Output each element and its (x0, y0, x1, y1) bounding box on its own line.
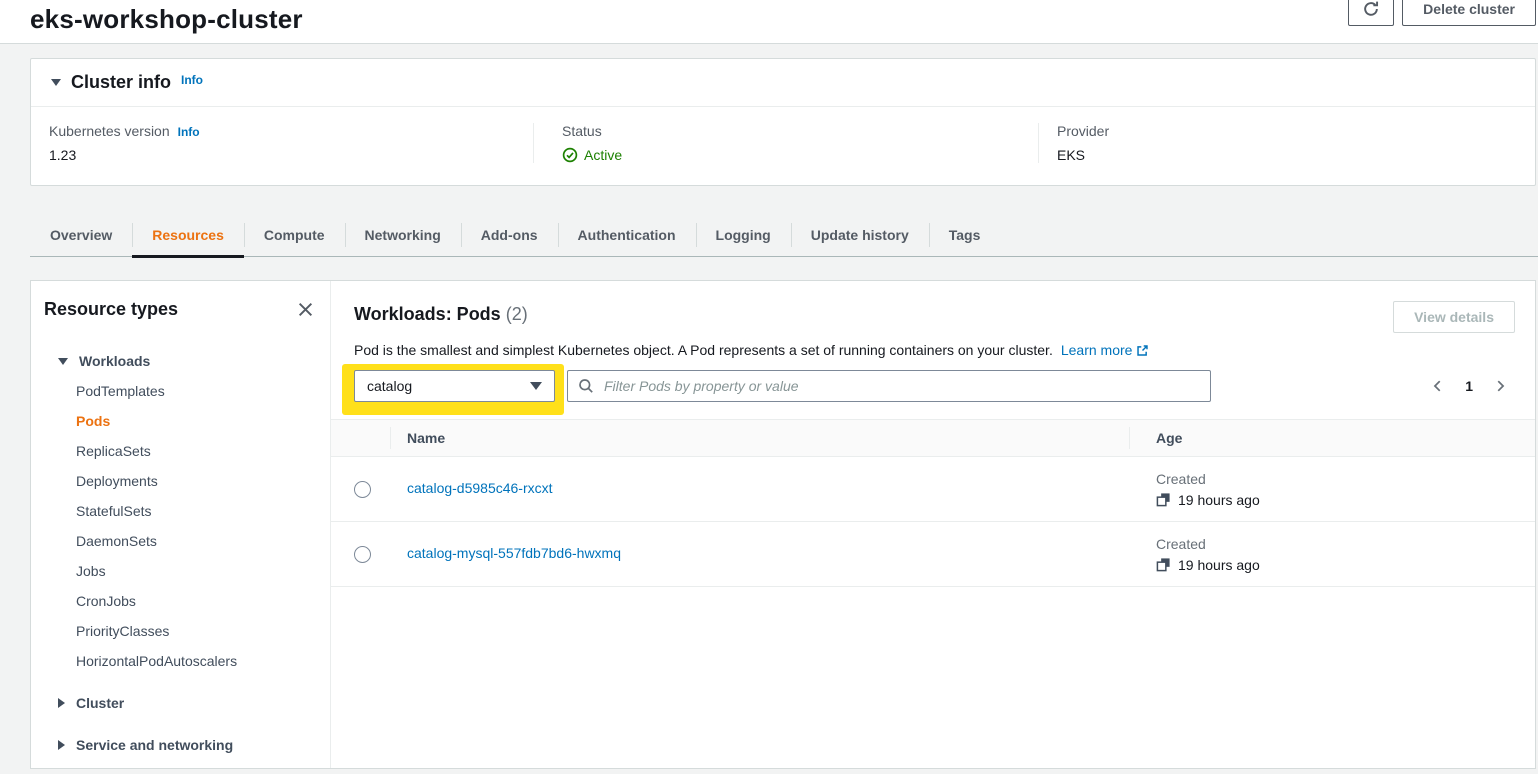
external-link-icon (1136, 344, 1149, 360)
chevron-down-icon (58, 358, 68, 365)
next-page-button[interactable] (1487, 375, 1513, 397)
copy-icon[interactable] (1156, 557, 1171, 572)
chevron-down-icon (51, 79, 61, 86)
sidebar-item-horizontalpodautoscalers[interactable]: HorizontalPodAutoscalers (31, 646, 330, 676)
check-circle-icon (562, 147, 578, 163)
age-created-label: Created (1156, 536, 1535, 552)
refresh-button[interactable] (1348, 0, 1394, 26)
provider-field: Provider EKS (1038, 123, 1535, 163)
cluster-info-title: Cluster info (71, 72, 171, 93)
table-row: catalog-mysql-557fdb7bd6-hwxmq Created 1… (331, 522, 1535, 587)
page-header: eks-workshop-cluster Delete cluster (0, 0, 1538, 44)
resource-tree: Workloads PodTemplates Pods ReplicaSets … (31, 346, 330, 760)
table-row: catalog-d5985c46-rxcxt Created 19 hours … (331, 457, 1535, 522)
chevron-right-icon (58, 698, 65, 708)
sidebar-item-statefulsets[interactable]: StatefulSets (31, 496, 330, 526)
pod-name-link[interactable]: catalog-mysql-557fdb7bd6-hwxmq (407, 545, 621, 561)
tab-add-ons[interactable]: Add-ons (461, 214, 558, 256)
chevron-left-icon (1431, 379, 1445, 393)
kubernetes-version-info-link[interactable]: Info (178, 125, 200, 139)
sidebar-item-podtemplates[interactable]: PodTemplates (31, 376, 330, 406)
cluster-tabs: Overview Resources Compute Networking Ad… (30, 214, 1538, 257)
search-icon (578, 378, 594, 399)
tab-authentication[interactable]: Authentication (558, 214, 696, 256)
page-title: eks-workshop-cluster (0, 0, 1538, 35)
name-column-header: Name (390, 420, 1129, 457)
pagination: 1 (1425, 370, 1513, 402)
tab-logging[interactable]: Logging (696, 214, 791, 256)
pods-panel-title: Workloads: Pods (2) (354, 301, 528, 327)
namespace-filter-value: catalog (367, 378, 412, 394)
previous-page-button[interactable] (1425, 375, 1451, 397)
refresh-icon (1362, 0, 1380, 18)
cluster-info-info-link[interactable]: Info (181, 73, 203, 87)
namespace-filter-dropdown[interactable]: catalog (354, 370, 555, 402)
sidebar-item-replicasets[interactable]: ReplicaSets (31, 436, 330, 466)
tab-tags[interactable]: Tags (929, 214, 1001, 256)
learn-more-link[interactable]: Learn more (1061, 342, 1133, 358)
pods-description: Pod is the smallest and simplest Kuberne… (331, 333, 1535, 361)
sidebar-item-priorityclasses[interactable]: PriorityClasses (31, 616, 330, 646)
current-page: 1 (1460, 378, 1478, 394)
view-details-button[interactable]: View details (1393, 301, 1515, 333)
cluster-info-card: Cluster info Info Kubernetes version Inf… (30, 58, 1536, 186)
table-header-row: Name Age (331, 420, 1535, 457)
delete-cluster-button[interactable]: Delete cluster (1402, 0, 1536, 26)
row-radio-button[interactable] (354, 481, 371, 498)
pods-content: Workloads: Pods (2) View details Pod is … (331, 281, 1535, 768)
cluster-info-header[interactable]: Cluster info Info (31, 59, 1535, 107)
kubernetes-version-field: Kubernetes version Info 1.23 (31, 123, 533, 163)
age-value: 19 hours ago (1178, 557, 1260, 573)
pods-filter-input[interactable] (567, 370, 1211, 402)
sidebar-item-jobs[interactable]: Jobs (31, 556, 330, 586)
kubernetes-version-value: 1.23 (49, 147, 513, 163)
status-badge: Active (584, 147, 622, 163)
selection-column-header (331, 420, 390, 457)
chevron-down-icon (530, 382, 542, 390)
close-sidebar-button[interactable] (295, 299, 316, 320)
sidebar-item-deployments[interactable]: Deployments (31, 466, 330, 496)
provider-value: EKS (1057, 147, 1515, 163)
tab-overview[interactable]: Overview (30, 214, 132, 256)
close-icon (297, 301, 314, 318)
sidebar-item-cronjobs[interactable]: CronJobs (31, 586, 330, 616)
copy-icon[interactable] (1156, 492, 1171, 507)
tree-group-service-and-networking[interactable]: Service and networking (31, 730, 330, 760)
resource-types-title: Resource types (44, 299, 178, 320)
age-created-label: Created (1156, 471, 1535, 487)
tab-compute[interactable]: Compute (244, 214, 345, 256)
namespace-filter-highlight: catalog (342, 364, 564, 415)
header-actions: Delete cluster (1348, 0, 1536, 26)
provider-label: Provider (1057, 123, 1109, 139)
resources-panel: Resource types Workloads PodTemplates Po… (30, 280, 1536, 769)
chevron-right-icon (58, 740, 65, 750)
pods-count: (2) (506, 304, 528, 324)
pods-table: Name Age catalog-d5985c46-rxcxt Created … (331, 419, 1535, 587)
tab-networking[interactable]: Networking (345, 214, 461, 256)
cluster-info-content: Kubernetes version Info 1.23 Status Acti… (31, 107, 1535, 185)
row-radio-button[interactable] (354, 546, 371, 563)
status-label: Status (562, 123, 602, 139)
pod-name-link[interactable]: catalog-d5985c46-rxcxt (407, 480, 553, 496)
tab-resources[interactable]: Resources (132, 214, 244, 256)
status-field: Status Active (533, 123, 1038, 163)
age-column-header: Age (1129, 420, 1535, 457)
age-value: 19 hours ago (1178, 492, 1260, 508)
tree-group-cluster[interactable]: Cluster (31, 688, 330, 718)
kubernetes-version-label: Kubernetes version (49, 123, 170, 139)
sidebar-item-daemonsets[interactable]: DaemonSets (31, 526, 330, 556)
chevron-right-icon (1493, 379, 1507, 393)
resource-types-sidebar: Resource types Workloads PodTemplates Po… (31, 281, 331, 768)
tab-update-history[interactable]: Update history (791, 214, 929, 256)
tree-group-workloads[interactable]: Workloads (31, 346, 330, 376)
eks-cluster-page: eks-workshop-cluster Delete cluster Clus… (0, 0, 1538, 774)
sidebar-item-pods[interactable]: Pods (31, 406, 330, 436)
